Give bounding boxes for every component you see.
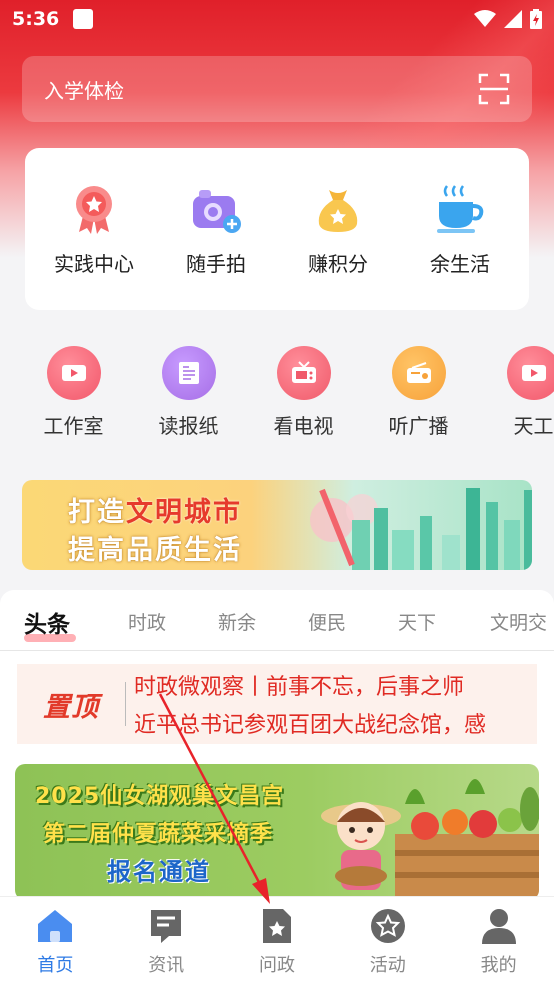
radio-icon xyxy=(391,346,446,400)
grid-item-practice[interactable]: 实践中心 xyxy=(39,182,149,277)
tab-headlines[interactable]: 头条 xyxy=(24,605,70,639)
status-time: 5:36 xyxy=(12,8,60,30)
nav-profile[interactable]: 我的 xyxy=(443,897,554,984)
grid-item-points[interactable]: 赚积分 xyxy=(283,182,393,277)
tab-convenience[interactable]: 便民 xyxy=(308,608,346,635)
promo-line-2: 第二届仲夏蔬菜采摘季 xyxy=(43,822,274,847)
newspaper-icon xyxy=(161,346,216,400)
pinned-headline-1[interactable]: 时政微观察丨前事不忘，后事之师 xyxy=(134,669,486,701)
pinned-headline-2[interactable]: 近平总书记参观百团大战纪念馆，感 xyxy=(134,707,486,739)
grid-label: 余生活 xyxy=(430,251,490,276)
signal-icon xyxy=(504,10,522,28)
signup-button[interactable]: 报名通道 xyxy=(107,852,211,887)
scan-icon[interactable] xyxy=(478,73,510,105)
grid-label: 赚积分 xyxy=(308,251,368,276)
nav-label: 资讯 xyxy=(148,955,185,976)
battery-icon xyxy=(530,9,542,29)
service-row: 工作室 读报纸 看电视 听广播 天工 xyxy=(0,346,554,446)
nav-inquiry[interactable]: 问政 xyxy=(222,897,333,984)
service-newspaper[interactable]: 读报纸 xyxy=(131,346,246,446)
nav-label: 我的 xyxy=(480,955,517,976)
promo-line-1: 2025仙女湖观巢文昌宫 xyxy=(35,784,285,809)
status-bar: 5:36 xyxy=(0,0,554,38)
service-tv[interactable]: 看电视 xyxy=(246,346,361,446)
nav-news[interactable]: 资讯 xyxy=(111,897,222,984)
tab-world[interactable]: 天下 xyxy=(398,608,436,635)
service-label: 工作室 xyxy=(43,414,104,438)
money-bag-icon xyxy=(318,189,358,232)
notification-icon xyxy=(73,9,94,29)
user-icon xyxy=(481,909,516,944)
camera-icon xyxy=(193,189,241,233)
grid-item-life[interactable]: 余生活 xyxy=(405,182,515,277)
pinned-news[interactable]: 置顶 时政微观察丨前事不忘，后事之师 近平总书记参观百团大战纪念馆，感 xyxy=(17,664,537,744)
grid-label: 实践中心 xyxy=(54,251,134,276)
question-doc-icon xyxy=(262,909,291,943)
nav-label: 活动 xyxy=(369,955,406,976)
search-placeholder: 入学体检 xyxy=(44,78,124,103)
nav-activity[interactable]: 活动 xyxy=(332,897,443,984)
tab-xinyu[interactable]: 新余 xyxy=(218,608,256,635)
service-label: 听广播 xyxy=(388,414,449,438)
video-icon xyxy=(506,346,554,400)
video-icon xyxy=(46,346,101,400)
tab-civilization[interactable]: 文明交 xyxy=(490,608,547,635)
news-icon xyxy=(151,910,182,943)
nav-label: 首页 xyxy=(37,955,74,976)
wifi-icon xyxy=(474,10,496,27)
news-tabs: 头条 时政 新余 便民 天下 文明交 xyxy=(0,590,554,650)
nav-home[interactable]: 首页 xyxy=(0,897,111,984)
banner-line-2: 提高品质生活 xyxy=(68,535,242,566)
pinned-separator xyxy=(125,682,126,726)
city-skyline-illustration xyxy=(310,488,532,570)
service-label: 看电视 xyxy=(273,414,334,438)
service-label: 天工 xyxy=(513,414,554,438)
service-label: 读报纸 xyxy=(158,414,219,438)
tab-politics[interactable]: 时政 xyxy=(128,608,166,635)
star-badge-icon xyxy=(370,909,405,943)
vegetable-picking-banner[interactable]: 2025仙女湖观巢文昌宫 第二届仲夏蔬菜采摘季 报名通道 xyxy=(15,764,539,900)
news-panel: 头条 时政 新余 便民 天下 文明交 置顶 时政微观察丨前事不忘，后事之师 近平… xyxy=(0,590,554,900)
civilization-banner[interactable]: 打造文明城市 提高品质生活 xyxy=(22,480,532,570)
cup-icon xyxy=(437,184,484,233)
grid-label: 随手拍 xyxy=(186,251,246,276)
service-radio[interactable]: 听广播 xyxy=(361,346,476,446)
nav-label: 问政 xyxy=(258,955,295,976)
home-icon xyxy=(38,910,73,942)
quick-grid: 实践中心 随手拍 赚积分 余生活 xyxy=(25,148,529,310)
tv-icon xyxy=(276,346,331,400)
medal-icon xyxy=(76,185,112,234)
service-studio[interactable]: 工作室 xyxy=(16,346,131,446)
grid-item-snapshot[interactable]: 随手拍 xyxy=(161,182,271,277)
pinned-tag: 置顶 xyxy=(43,691,99,723)
banner-line-1: 打造文明城市 xyxy=(68,497,242,528)
tabs-divider xyxy=(0,650,554,651)
bottom-nav: 首页 资讯 问政 活动 我的 xyxy=(0,896,554,984)
search-input[interactable]: 入学体检 xyxy=(22,56,532,122)
farm-girl-illustration xyxy=(321,779,539,900)
service-more[interactable]: 天工 xyxy=(476,346,554,446)
